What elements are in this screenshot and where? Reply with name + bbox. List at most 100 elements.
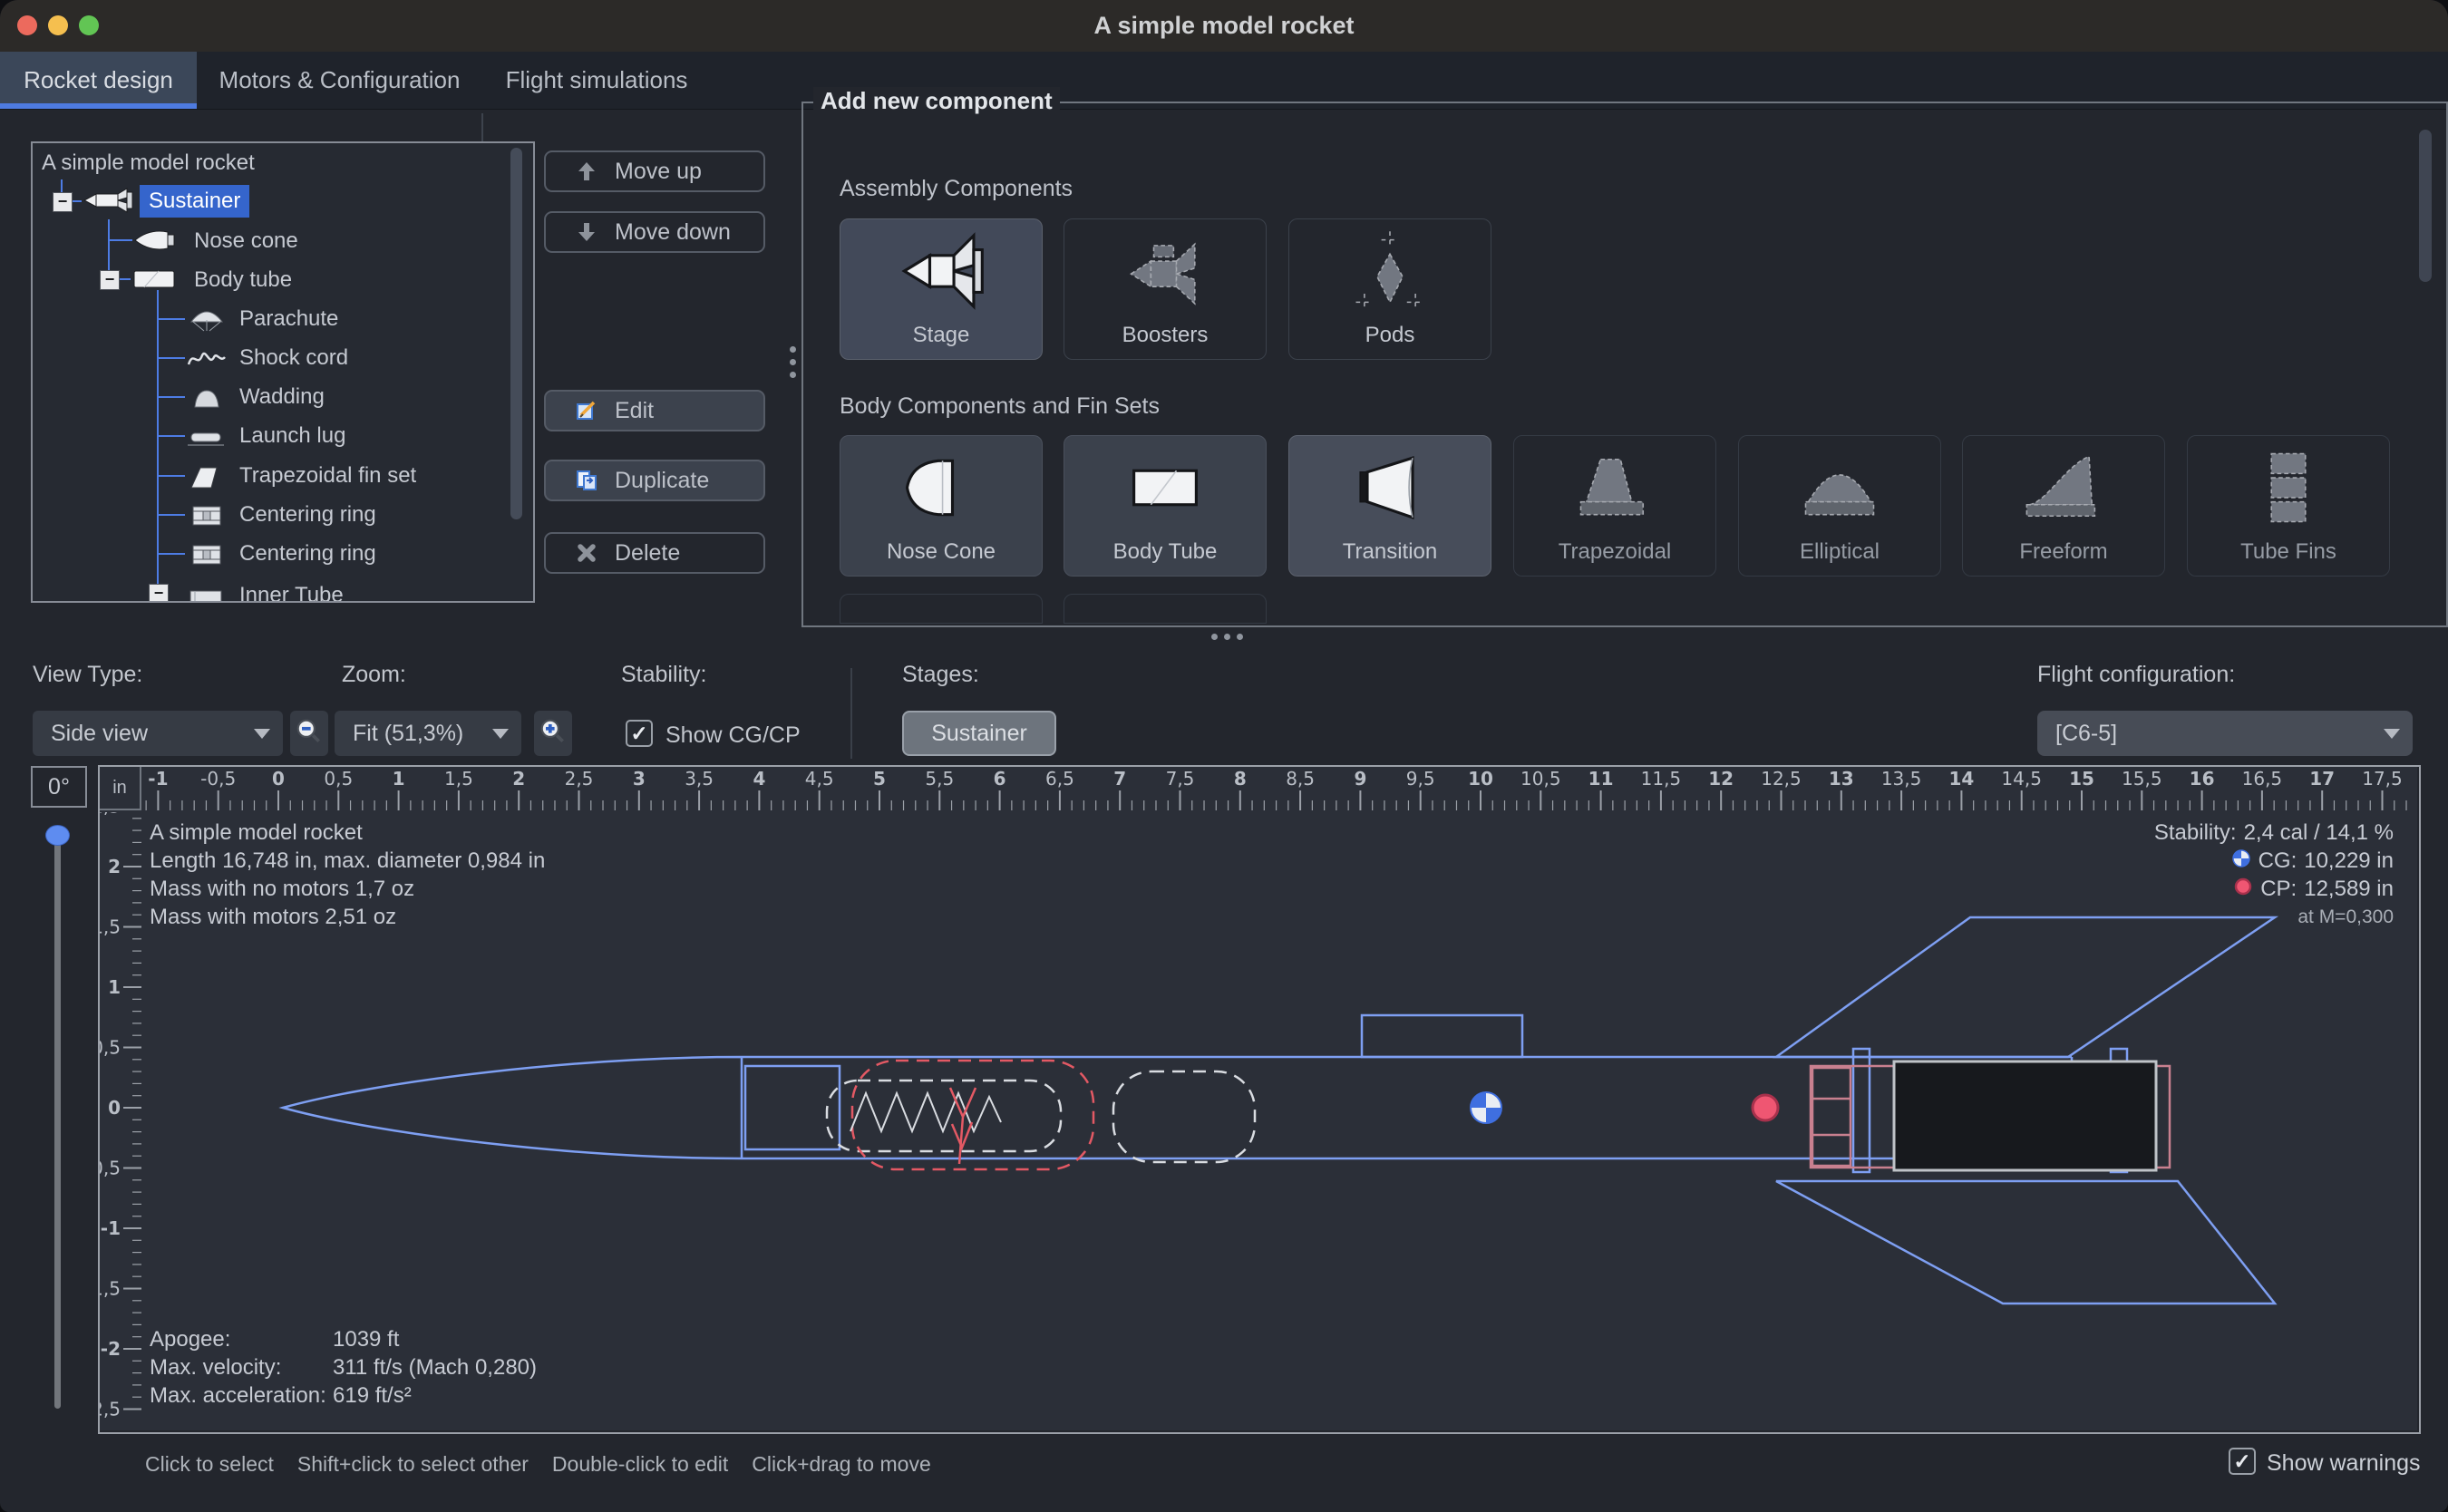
stage-icon — [891, 219, 991, 323]
flight-configuration-label: Flight configuration: — [2037, 662, 2235, 688]
nose-cone-big-icon — [891, 436, 991, 539]
tree-item-launch-lug[interactable]: Launch lug — [239, 422, 345, 451]
hint-click-drag: Click+drag to move — [752, 1452, 931, 1477]
expander-collapse-icon[interactable]: − — [100, 270, 120, 290]
svg-text:9: 9 — [1354, 768, 1366, 790]
application-window: A simple model rocket Rocket design Moto… — [0, 0, 2448, 1512]
body-tube-component-button[interactable]: Body Tube — [1064, 435, 1267, 577]
move-up-label: Move up — [615, 159, 702, 185]
parachute-outline — [827, 1081, 1061, 1151]
flight-configuration-dropdown[interactable]: [C6-5] — [2037, 711, 2413, 756]
svg-text:13,5: 13,5 — [1881, 768, 1922, 790]
show-warnings-label[interactable]: Show warnings — [2267, 1450, 2421, 1477]
tree-connector — [108, 219, 110, 270]
elliptical-fin-component-button[interactable]: Elliptical — [1738, 435, 1941, 577]
pods-icon — [1340, 219, 1440, 323]
expander-collapse-icon[interactable]: − — [149, 584, 169, 603]
panel-scrollbar-thumb[interactable] — [2419, 130, 2432, 282]
tab-motors-configuration[interactable]: Motors & Configuration — [197, 52, 482, 109]
show-cgcp-checkbox[interactable]: ✓ — [626, 720, 653, 747]
svg-text:15,5: 15,5 — [2122, 768, 2162, 790]
controls-separator — [850, 668, 852, 759]
svg-text:3: 3 — [633, 768, 646, 790]
tree-item-trapezoidal-fin-set[interactable]: Trapezoidal fin set — [239, 461, 416, 490]
tree-item-wadding[interactable]: Wadding — [239, 383, 325, 412]
rocket-info-block: A simple model rocket Length 16,748 in, … — [150, 819, 545, 931]
freeform-label: Freeform — [2019, 539, 2107, 565]
apogee-label: Apogee: — [150, 1325, 333, 1353]
tab-flight-simulations[interactable]: Flight simulations — [483, 52, 710, 109]
svg-text:4: 4 — [753, 768, 765, 790]
trapezoidal-fin-component-button[interactable]: Trapezoidal — [1513, 435, 1716, 577]
tree-item-shock-cord[interactable]: Shock cord — [239, 344, 348, 373]
delete-button[interactable]: Delete — [544, 532, 765, 574]
stability-value: 2,4 cal / 14,1 % — [2244, 819, 2394, 847]
svg-text:1: 1 — [393, 768, 405, 790]
tree-item-body-tube[interactable]: Body tube — [194, 266, 292, 295]
tree-item-sustainer-selected[interactable]: Sustainer — [140, 185, 249, 218]
svg-text:4,5: 4,5 — [805, 768, 834, 790]
zoom-level-dropdown[interactable]: Fit (51,3%) — [335, 711, 521, 756]
window-title: A simple model rocket — [0, 0, 2448, 52]
expander-collapse-icon[interactable]: − — [53, 192, 73, 212]
svg-text:11: 11 — [1588, 768, 1614, 790]
show-warnings-checkbox[interactable]: ✓ — [2229, 1448, 2256, 1475]
rotation-slider-track[interactable] — [54, 834, 61, 1409]
show-cgcp-label[interactable]: Show CG/CP — [665, 722, 801, 749]
tab-rocket-design[interactable]: Rocket design — [0, 52, 197, 109]
centering-ring-icon — [186, 503, 228, 533]
horizontal-ruler: -1-0,500,511,522,533,544,555,566,577,588… — [146, 768, 2406, 810]
check-icon: ✓ — [630, 722, 647, 746]
arrow-up-icon — [575, 160, 600, 183]
cp-caption: CP: — [2260, 875, 2297, 903]
svg-text:7: 7 — [1113, 768, 1126, 790]
svg-text:8,5: 8,5 — [1286, 768, 1315, 790]
inner-tube-icon — [186, 584, 228, 603]
freeform-fin-component-button[interactable]: Freeform — [1962, 435, 2165, 577]
tree-connector — [157, 553, 185, 555]
tree-item-nose-cone[interactable]: Nose cone — [194, 227, 298, 256]
tree-item-centering-ring[interactable]: Centering ring — [239, 539, 376, 568]
tree-scrollbar-thumb[interactable] — [510, 148, 522, 519]
boosters-component-button[interactable]: Boosters — [1064, 218, 1267, 360]
tree-item-inner-tube[interactable]: Inner Tube — [239, 581, 344, 603]
elliptical-label: Elliptical — [1800, 539, 1880, 565]
nose-cone-component-button[interactable]: Nose Cone — [840, 435, 1043, 577]
chevron-down-icon — [492, 729, 509, 739]
view-type-dropdown[interactable]: Side view — [33, 711, 283, 756]
svg-text:11,5: 11,5 — [1641, 768, 1682, 790]
hint-click-select: Click to select — [145, 1452, 274, 1477]
tree-connector — [157, 290, 159, 584]
tree-item-parachute[interactable]: Parachute — [239, 305, 338, 334]
zoom-in-button[interactable] — [534, 711, 572, 756]
duplicate-copy-icon — [575, 469, 600, 492]
transition-component-button[interactable]: Transition — [1288, 435, 1491, 577]
fin-tab-outline — [1853, 1049, 1870, 1172]
chevron-down-icon — [2384, 729, 2400, 739]
svg-text:15: 15 — [2069, 768, 2094, 790]
stage-label: Stage — [913, 323, 970, 348]
flight-configuration-value: [C6-5] — [2055, 721, 2117, 747]
svg-text:17: 17 — [2309, 768, 2335, 790]
tree-item-rocket-root[interactable]: A simple model rocket — [42, 149, 255, 178]
pods-label: Pods — [1365, 323, 1415, 348]
svg-text:12: 12 — [1708, 768, 1734, 790]
duplicate-button[interactable]: Duplicate — [544, 460, 765, 501]
body-tube-label: Body Tube — [1113, 539, 1218, 565]
svg-text:0,5: 0,5 — [100, 1037, 121, 1059]
chevron-down-icon — [254, 729, 270, 739]
tube-fins-component-button[interactable]: Tube Fins — [2187, 435, 2390, 577]
stage-component-button[interactable]: Stage — [840, 218, 1043, 360]
svg-text:10,5: 10,5 — [1520, 768, 1561, 790]
zoom-out-button[interactable] — [290, 711, 328, 756]
edit-button[interactable]: Edit — [544, 390, 765, 431]
hint-shift-click: Shift+click to select other — [297, 1452, 529, 1477]
pods-component-button[interactable]: Pods — [1288, 218, 1491, 360]
stage-toggle-button[interactable]: Sustainer — [902, 711, 1056, 756]
move-up-button[interactable]: Move up — [544, 150, 765, 192]
tree-item-centering-ring[interactable]: Centering ring — [239, 500, 376, 529]
partial-component-button[interactable] — [840, 594, 1043, 624]
move-down-button[interactable]: Move down — [544, 211, 765, 253]
rotation-slider-knob[interactable] — [45, 825, 70, 846]
partial-component-button[interactable] — [1064, 594, 1267, 624]
